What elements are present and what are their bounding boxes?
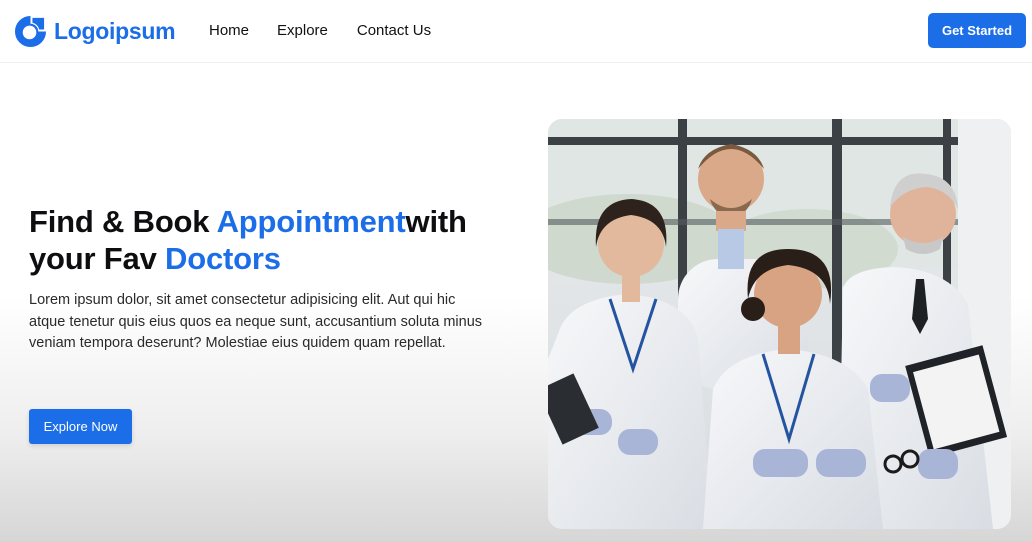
doctors-photo-illustration [548,119,1011,529]
nav-links: Home Explore Contact Us [209,22,459,40]
nav-link-home[interactable]: Home [209,22,249,40]
get-started-button[interactable]: Get Started [928,13,1026,48]
hero-title-accent-doctors: Doctors [165,241,281,276]
top-navbar: Logoipsum Home Explore Contact Us Get St… [0,0,1032,63]
brand-logo[interactable]: Logoipsum [14,14,176,48]
hero-title-part1: Find & Book [29,204,217,239]
nav-link-contact-us[interactable]: Contact Us [357,22,431,40]
hero-title: Find & Book Appointmentwith your Fav Doc… [29,203,529,277]
explore-now-button[interactable]: Explore Now [29,409,132,444]
hero-title-accent-appointment: Appointment [216,204,406,239]
hero-doctors-image [548,119,1011,529]
nav-link-explore[interactable]: Explore [277,22,328,40]
logo-icon [14,15,47,47]
brand-name: Logoipsum [54,17,176,44]
hero-description: Lorem ipsum dolor, sit amet consectetur … [29,292,483,351]
